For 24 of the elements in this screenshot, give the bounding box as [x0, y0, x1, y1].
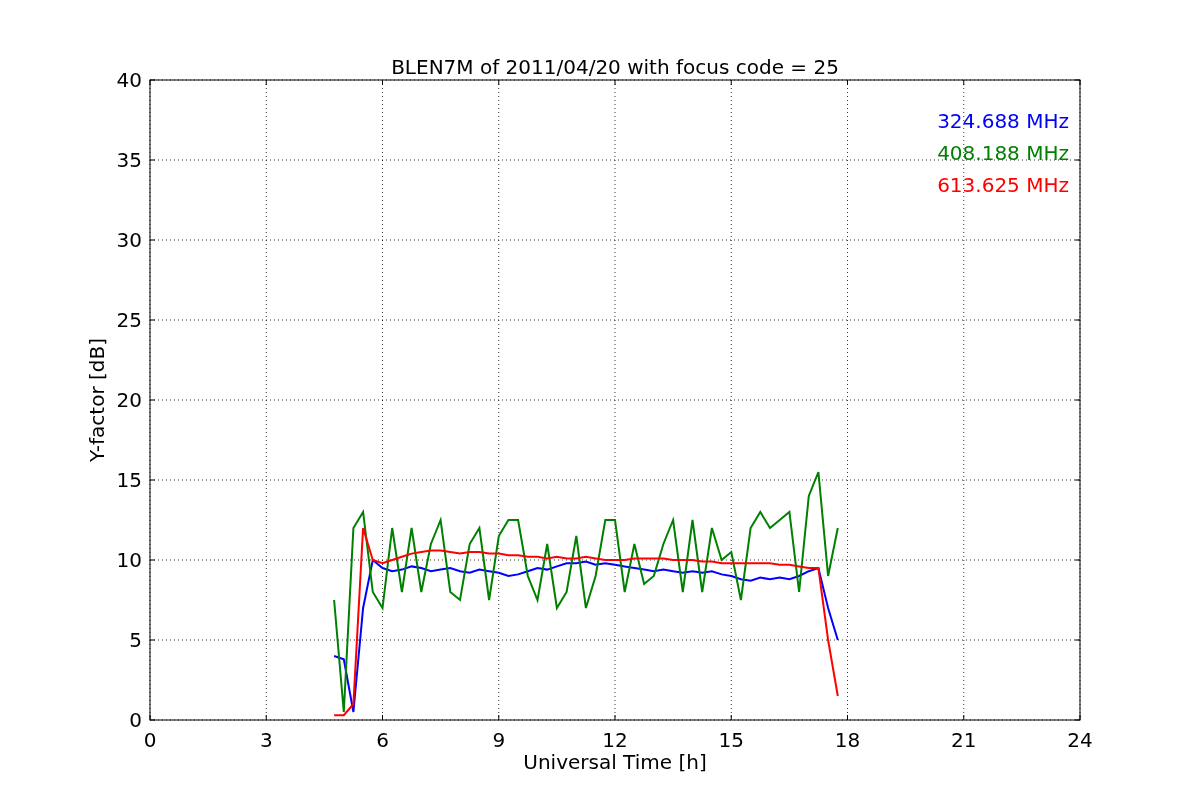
legend-label: 613.625 MHz	[937, 173, 1069, 197]
tick-label: 3	[259, 728, 273, 752]
tick-label: 40	[116, 68, 142, 92]
tick-label: 25	[116, 308, 142, 332]
tick-label: 5	[129, 628, 142, 652]
tick-label: 0	[143, 728, 157, 752]
tick-label: 9	[492, 728, 506, 752]
axis-label: Universal Time [h]	[523, 750, 707, 774]
tick-label: 20	[116, 388, 142, 412]
tick-label: 15	[718, 728, 744, 752]
legend-label: 408.188 MHz	[937, 141, 1069, 165]
tick-label: 15	[116, 468, 142, 492]
tick-label: 18	[834, 728, 861, 752]
legend-label: 324.688 MHz	[937, 109, 1069, 133]
axis-label: Y-factor [dB]	[85, 338, 109, 462]
tick-label: 30	[116, 228, 142, 252]
tick-label: 0	[129, 708, 142, 732]
tick-label: 12	[602, 728, 628, 752]
chart-title: BLEN7M of 2011/04/20 with focus code = 25	[391, 55, 839, 79]
tick-label: 10	[116, 548, 142, 572]
tick-label: 35	[116, 148, 142, 172]
tick-label: 21	[951, 728, 977, 752]
tick-label: 24	[1067, 728, 1093, 752]
tick-label: 6	[376, 728, 389, 752]
